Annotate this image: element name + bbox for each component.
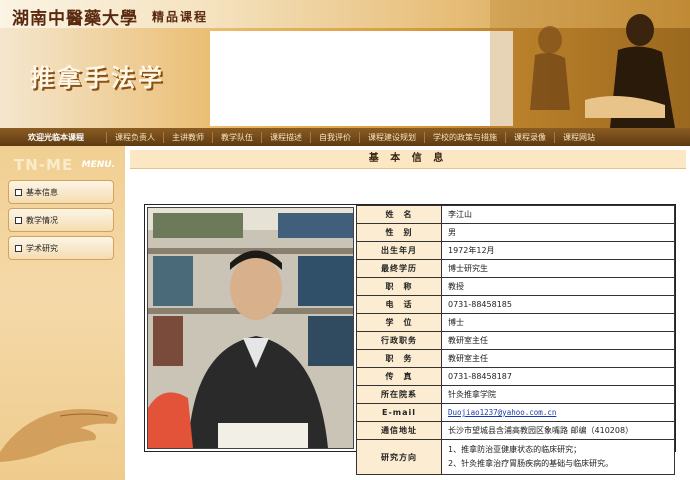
banner-subtitle: 精品课程 (152, 10, 209, 24)
university-name: 湖南中醫藥大學 (12, 9, 138, 29)
nav-course-description[interactable]: 课程描述 (261, 131, 310, 143)
bullet-square-icon (15, 244, 22, 252)
address-value: 长沙市望城县含浦高教园区象嘴路 邮编（410208） (441, 421, 675, 440)
section-heading: 基 本 信 息 (130, 150, 686, 169)
field-value: 教研室主任 (441, 349, 675, 368)
main-content: 基 本 信 息 姓 名李江山 性 别男 出生年月 1972年12月 最终学历 博士研… (130, 150, 686, 476)
field-value: 博士研究生 (441, 259, 675, 278)
research-list: 1、推拿防治亚健康状态的临床研究； 2、针灸推拿治疗胃肠疾病的基础与临床研究。 (441, 439, 675, 475)
menu-research[interactable]: 学术研究 (8, 236, 114, 260)
menu-teaching[interactable]: 教学情况 (8, 208, 114, 232)
nav-course-video[interactable]: 课程录像 (505, 131, 554, 143)
table-row: 学 位博士 (356, 313, 675, 332)
research-label: 研究方向 (356, 439, 442, 475)
field-value: 1972年12月 (441, 241, 675, 260)
nav-self-evaluation[interactable]: 自我评价 (310, 131, 359, 143)
menu-label: MENU. (81, 160, 115, 170)
nav-lecturers[interactable]: 主讲教师 (163, 131, 212, 143)
bullet-square-icon (15, 188, 22, 196)
nav-teaching-team[interactable]: 教学队伍 (212, 131, 261, 143)
research-item: 1、推拿防治亚健康状态的临床研究； (448, 445, 582, 454)
main-nav: 欢迎光临本课程 课程负责人 主讲教师 教学队伍 课程描述 自我评价 课程建设规划… (0, 128, 690, 146)
field-value: 针灸推拿学院 (441, 385, 675, 404)
field-value: 博士 (441, 313, 675, 332)
field-label: 出生年月 (356, 241, 442, 260)
field-value: 男 (441, 223, 675, 242)
field-label: 职 务 (356, 349, 442, 368)
field-value: 李江山 (441, 205, 675, 224)
field-label: 职 称 (356, 277, 442, 296)
field-label: 所在院系 (356, 385, 442, 404)
teacher-photo (147, 207, 354, 449)
field-value: 教研室主任 (441, 331, 675, 350)
sidebar: TN-ME MENU. 基本信息 教学情况 学术研究 (0, 146, 125, 480)
nav-welcome[interactable]: 欢迎光临本课程 (0, 132, 106, 143)
massage-figure-image (490, 0, 690, 128)
table-row: 传 真 0731-88458187 (356, 367, 675, 386)
menu-item-label: 学术研究 (26, 243, 58, 253)
field-label: 电 话 (356, 295, 442, 314)
table-row: 职 称教授 (356, 277, 675, 296)
nav-course-leader[interactable]: 课程负责人 (106, 131, 163, 143)
table-row: 职 务教研室主任 (356, 349, 675, 368)
field-label: 行政职务 (356, 331, 442, 350)
menu-item-label: 教学情况 (26, 215, 58, 225)
nav-school-policy[interactable]: 学校的政策与措施 (424, 131, 505, 143)
sidebar-watermark: TN-ME (14, 156, 74, 174)
bullet-square-icon (15, 216, 22, 224)
table-row: E-mail Duojiao1237@yahoo.com.cn (356, 403, 675, 422)
table-row: 行政职务 教研室主任 (356, 331, 675, 350)
table-row: 姓 名李江山 (356, 205, 675, 224)
banner: 湖南中醫藥大學 精品课程 推拿手法学 (0, 0, 690, 128)
address-label: 通信地址 (356, 421, 442, 440)
profile-table: 姓 名李江山 性 别男 出生年月 1972年12月 最终学历 博士研究生 职 称教授… (356, 205, 675, 475)
email-label: E-mail (356, 403, 442, 422)
field-label: 学 位 (356, 313, 442, 332)
table-row: 性 别男 (356, 223, 675, 242)
table-row: 最终学历 博士研究生 (356, 259, 675, 278)
field-label: 姓 名 (356, 205, 442, 224)
table-row: 电 话 0731-88458185 (356, 295, 675, 314)
field-label: 传 真 (356, 367, 442, 386)
field-value: 0731-88458187 (441, 367, 675, 386)
table-row: 通信地址 长沙市望城县含浦高教园区象嘴路 邮编（410208） (356, 421, 675, 440)
field-label: 性 别 (356, 223, 442, 242)
email-link[interactable]: Duojiao1237@yahoo.com.cn (448, 408, 556, 417)
menu-item-label: 基本信息 (26, 187, 58, 197)
table-row: 研究方向 1、推拿防治亚健康状态的临床研究； 2、针灸推拿治疗胃肠疾病的基础与临床研… (356, 439, 675, 475)
research-item: 2、针灸推拿治疗胃肠疾病的基础与临床研究。 (448, 459, 614, 468)
field-value: 教授 (441, 277, 675, 296)
nav-course-website[interactable]: 课程网站 (554, 131, 603, 143)
field-label: 最终学历 (356, 259, 442, 278)
field-value: 0731-88458185 (441, 295, 675, 314)
course-title: 推拿手法学 (30, 63, 165, 92)
profile-card: 姓 名李江山 性 别男 出生年月 1972年12月 最终学历 博士研究生 职 称教授… (144, 204, 676, 475)
table-row: 所在院系 针灸推拿学院 (356, 385, 675, 404)
table-row: 出生年月 1972年12月 (356, 241, 675, 260)
menu-basic-info[interactable]: 基本信息 (8, 180, 114, 204)
hand-decoration-image (0, 409, 118, 462)
banner-blank-area (210, 31, 513, 126)
nav-construction-plan[interactable]: 课程建设规划 (359, 131, 424, 143)
